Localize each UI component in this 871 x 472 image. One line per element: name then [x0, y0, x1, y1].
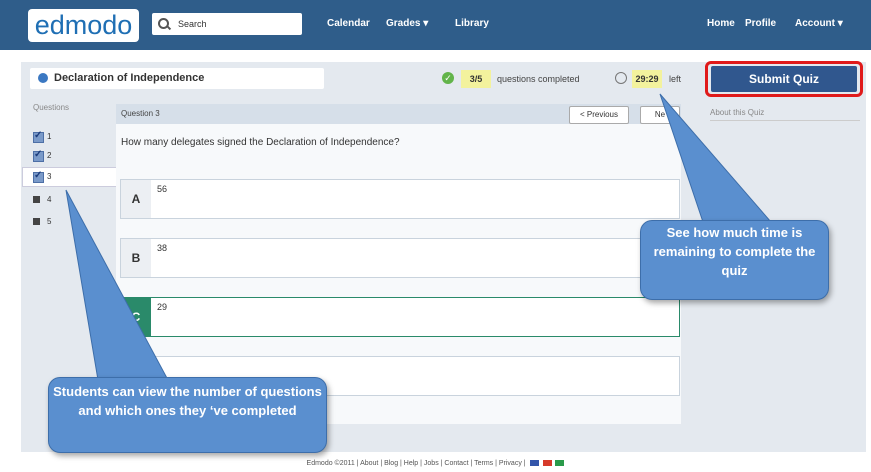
- questions-callout-pointer: [65, 189, 169, 381]
- questions-callout: Students can view the number of question…: [48, 377, 327, 453]
- time-callout-pointer: [659, 93, 773, 223]
- footer-text: Edmodo ©2011 | About | Blog | Help | Job…: [306, 460, 526, 467]
- flag-icon: [542, 460, 552, 467]
- time-remaining-callout: See how much time is remaining to comple…: [640, 220, 829, 300]
- flag-icon: [555, 460, 565, 467]
- footer-links: Edmodo ©2011 | About | Blog | Help | Job…: [0, 460, 871, 467]
- flag-icon: [529, 460, 539, 467]
